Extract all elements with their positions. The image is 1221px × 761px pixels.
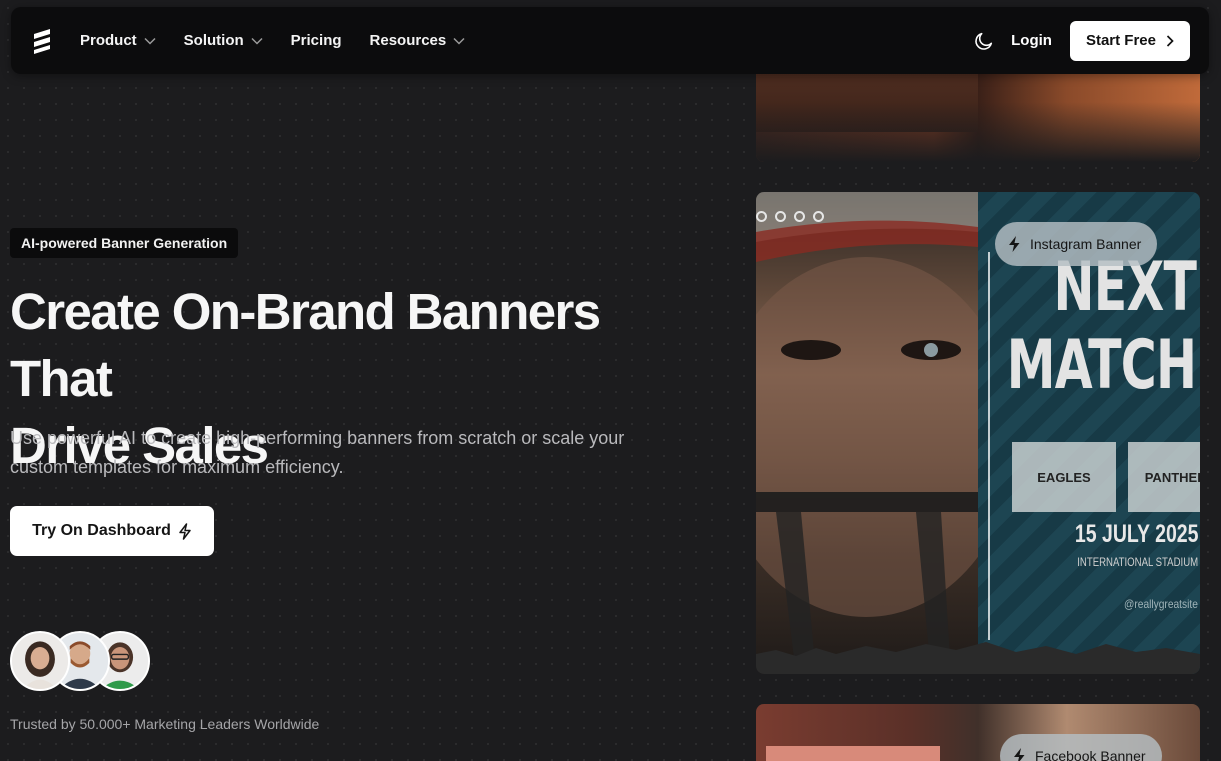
customer-avatars [10,631,160,691]
start-free-button[interactable]: Start Free [1069,20,1190,61]
lightning-icon [1009,236,1020,252]
top-navbar: Product Solution Pricing Resources Login… [11,7,1209,74]
try-on-dashboard-label: Try On Dashboard [32,522,171,539]
banner-fade [756,102,1200,162]
facebook-banner-image [766,746,940,761]
instagram-banner-label: Instagram Banner [1030,236,1142,252]
hero-subtitle: Use powerful AI to create high-performin… [10,428,625,477]
carousel-dot[interactable] [813,211,824,222]
main-menu: Product Solution Pricing Resources [80,32,973,49]
carousel-dot[interactable] [756,211,767,222]
feature-badge: AI-powered Banner Generation [10,228,239,258]
player-face-icon [756,192,1016,674]
lightning-icon [1014,748,1025,761]
team-name: EAGLES [1037,469,1091,485]
nav-solution[interactable]: Solution [184,32,263,49]
nav-product[interactable]: Product [80,32,156,49]
nav-solution-label: Solution [183,32,244,49]
poster-frame-line [988,252,990,640]
chevron-down-icon [251,37,263,45]
avatar-woman-1-icon [12,633,68,689]
nav-actions: Login Start Free [973,20,1190,61]
nav-pricing-label: Pricing [290,32,342,49]
facebook-banner-card[interactable]: Facebook Banner [756,704,1200,761]
try-on-dashboard-button[interactable]: Try On Dashboard [10,506,214,556]
instagram-banner-pill: Instagram Banner [995,222,1158,266]
title-line-1: Create On-Brand Banners That [10,283,601,407]
brand-logo-icon[interactable] [31,28,53,54]
dark-mode-toggle-icon[interactable] [973,30,995,52]
chevron-right-icon [1166,34,1174,47]
chevron-down-icon [144,37,156,45]
carousel-dot[interactable] [794,211,805,222]
chevron-down-icon [453,37,465,45]
trusted-by-text: Trusted by 50.000+ Marketing Leaders Wor… [10,716,320,732]
facebook-banner-label: Facebook Banner [1035,748,1146,761]
match-date: 15 JULY 2025 [1074,520,1198,548]
instagram-banner-card[interactable]: Instagram Banner NEXT MATCH EAGLES PANTH… [756,192,1200,674]
team-logo: PANTHERS [1128,442,1200,512]
avatar [10,631,70,691]
player-photo [756,192,1016,674]
team-name: PANTHERS [1144,469,1200,485]
team-logos: EAGLES PANTHERS [1012,442,1200,512]
nav-pricing[interactable]: Pricing [291,32,342,49]
lightning-icon [179,522,191,540]
match-venue: INTERNATIONAL STADIUM [1077,555,1198,569]
nav-resources[interactable]: Resources [370,32,466,49]
team-logo: EAGLES [1012,442,1116,512]
nav-product-label: Product [80,32,137,49]
nav-resources-label: Resources [369,32,447,49]
carousel-dot[interactable] [775,211,786,222]
start-free-label: Start Free [1085,32,1156,49]
poster-headline-match: MATCH [1006,326,1196,405]
poster-handle: @reallygreatsite [1124,597,1198,611]
carousel-dots [756,211,824,222]
bottom-wave-icon [756,642,1200,674]
facebook-banner-pill: Facebook Banner [1000,734,1162,761]
login-link[interactable]: Login [1011,32,1052,49]
